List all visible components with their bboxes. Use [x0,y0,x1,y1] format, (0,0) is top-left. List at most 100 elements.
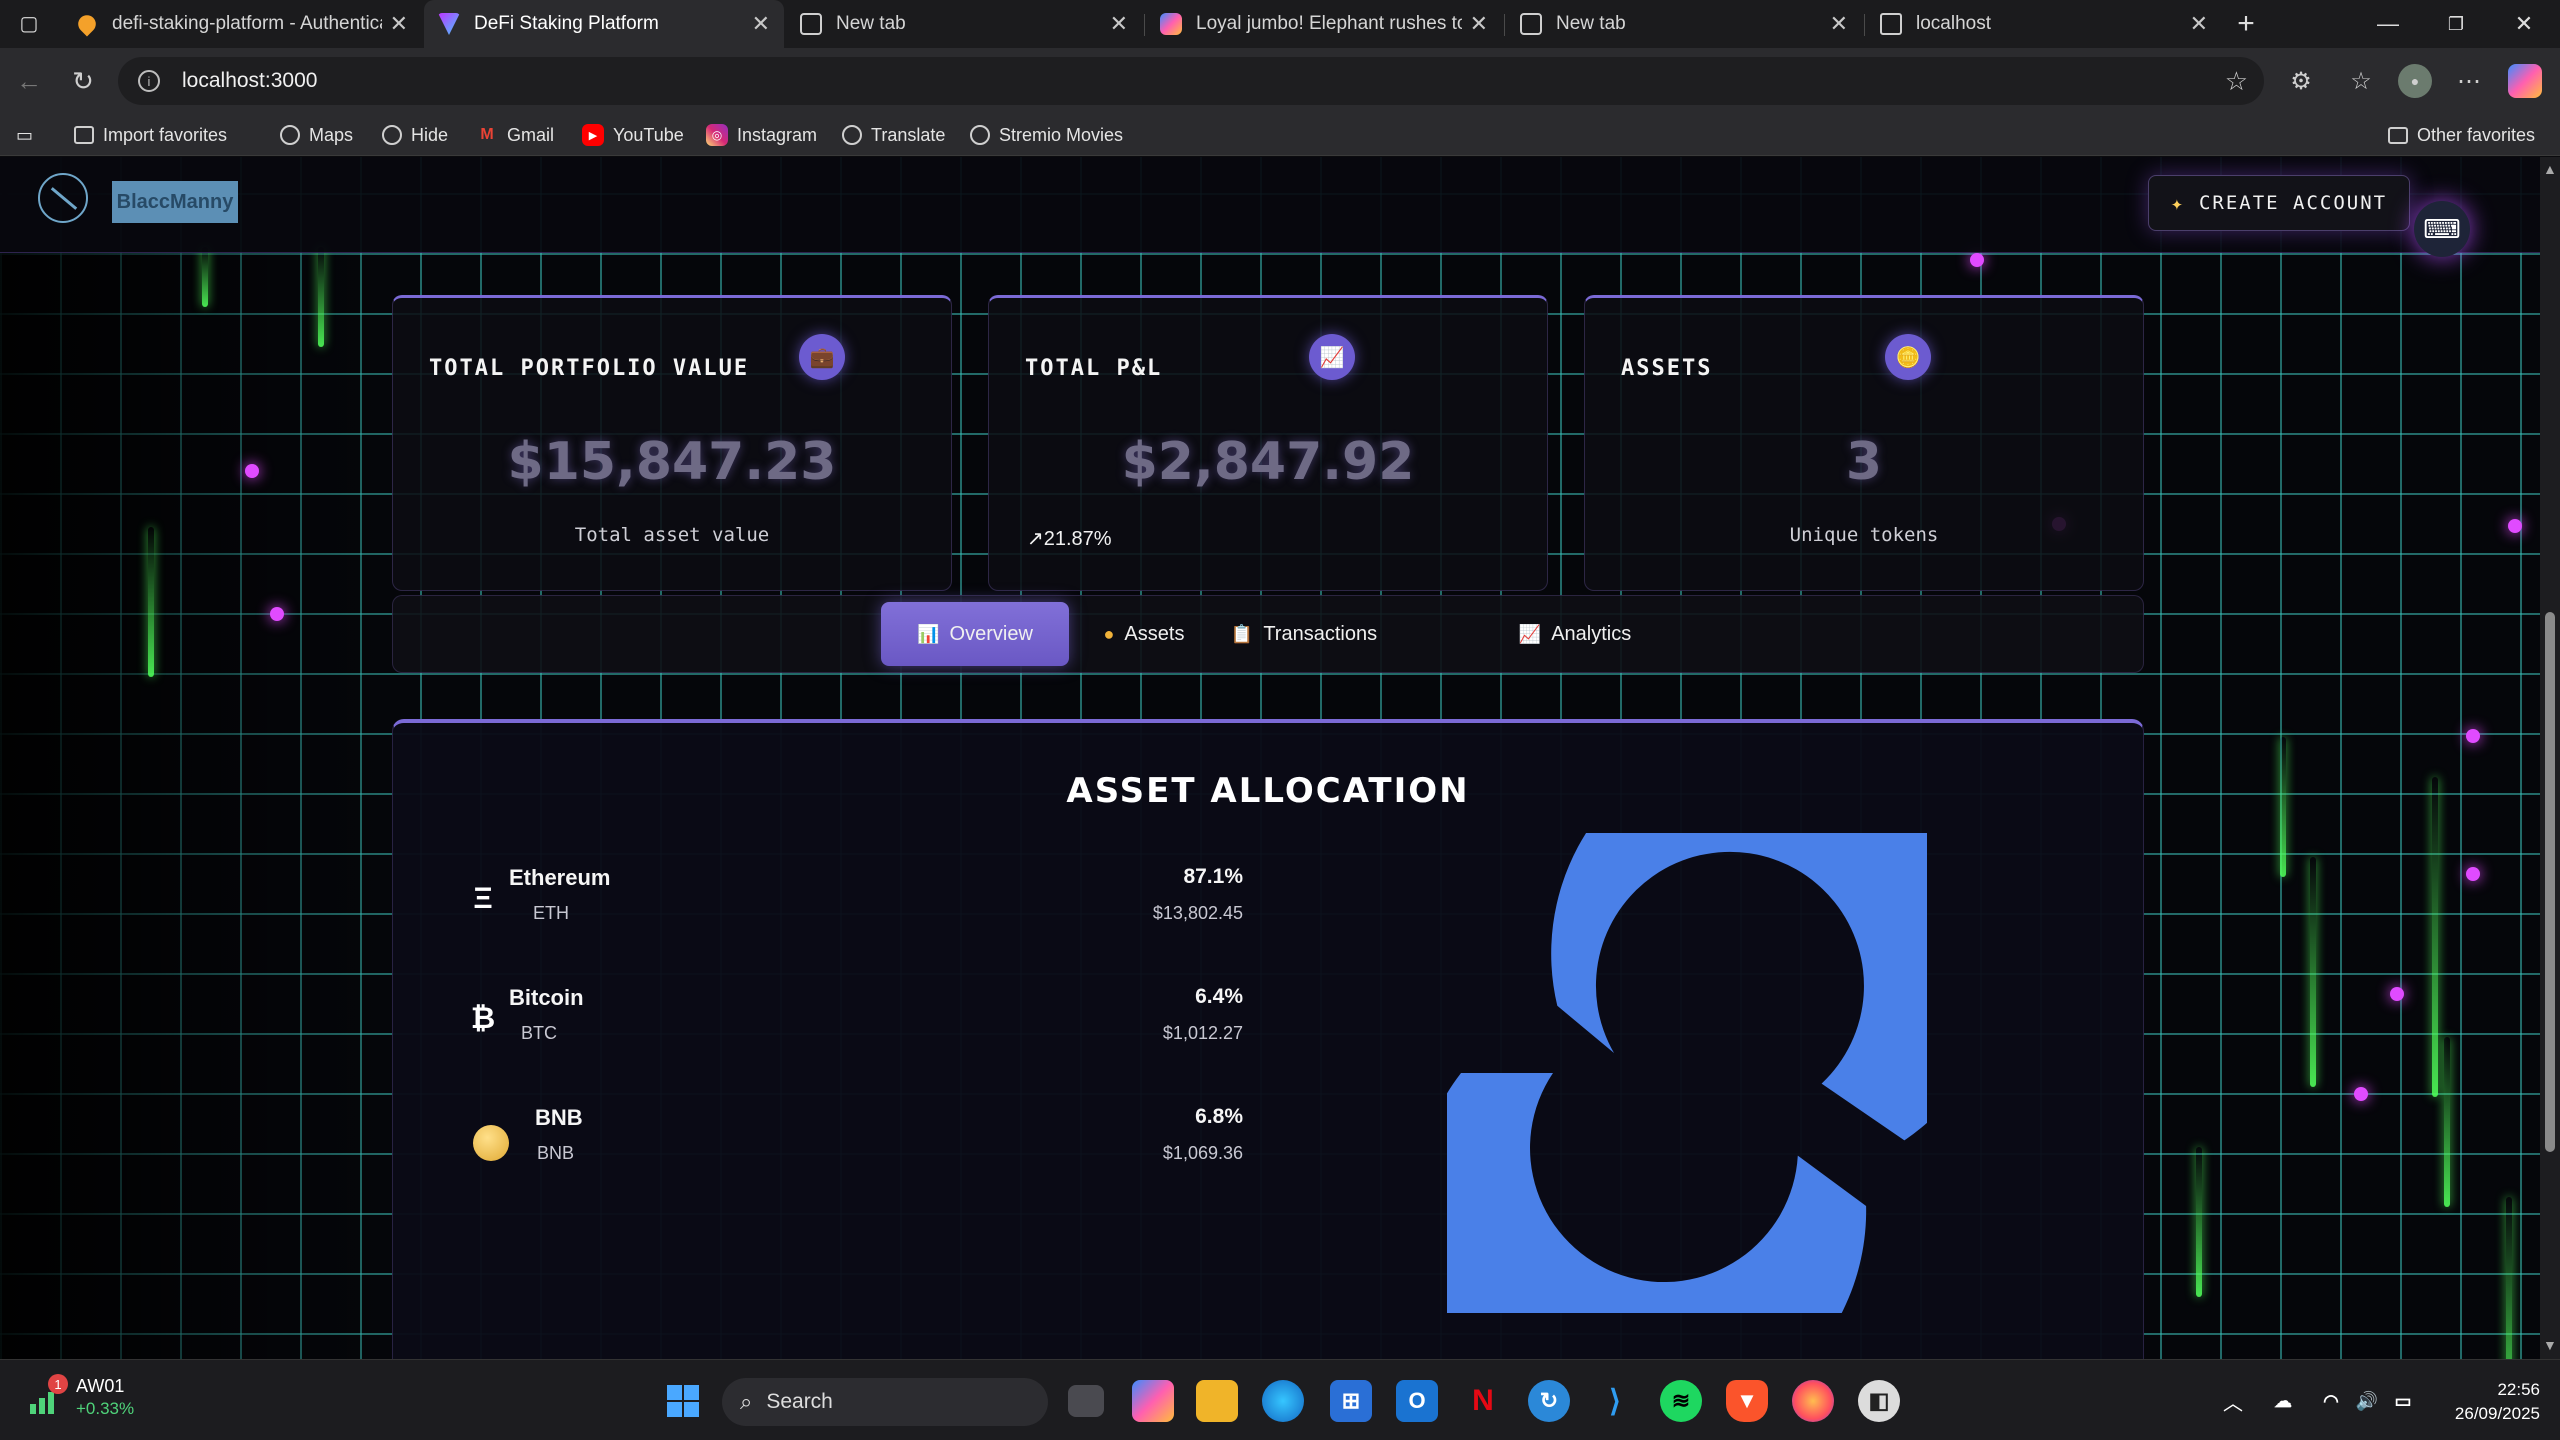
tab-label: Transactions [1263,622,1378,645]
close-icon[interactable]: ✕ [390,11,408,37]
new-tab-button[interactable]: + [2214,0,2278,48]
url-text[interactable]: localhost:3000 [182,69,317,93]
scroll-down-icon[interactable]: ▼ [2543,1337,2557,1353]
favorites-icon[interactable]: ☆ [2344,64,2378,98]
onedrive-icon[interactable]: ☁ [2262,1380,2304,1422]
scrollbar-thumb[interactable] [2545,612,2555,1152]
browser-tab[interactable]: localhost ✕ [1866,0,2222,48]
page-viewport: BlaccManny ✦ CREATE ACCOUNT ⌨ TOTAL PORT… [0,157,2540,1359]
bookmark-other-favorites[interactable]: Other favorites [2388,114,2535,156]
brave-icon[interactable]: ▼ [1726,1380,1768,1422]
create-account-button[interactable]: ✦ CREATE ACCOUNT [2148,175,2410,231]
asset-row-ethereum[interactable]: Ξ Ethereum ETH 87.1% $13,802.45 [463,865,1243,945]
bookmark-import-favorites[interactable]: Import favorites [74,114,227,156]
bar-chart-icon: 📊 [917,623,940,644]
profile-avatar[interactable]: ● [2398,64,2432,98]
asset-row-bnb[interactable]: BNB BNB 6.8% $1,069.36 [463,1105,1243,1185]
window-close-icon[interactable]: ✕ [2492,0,2556,48]
bookmark-stremio[interactable]: Stremio Movies [970,114,1123,156]
chevron-up-icon[interactable]: ︿ [2212,1380,2254,1422]
brand-name[interactable]: BlaccManny [112,181,238,223]
scroll-up-icon[interactable]: ▲ [2543,161,2557,177]
background-streak [318,247,324,347]
file-explorer-icon[interactable] [1196,1380,1238,1422]
asset-usd: $13,802.45 [1152,903,1243,923]
copilot-favicon-icon [1160,13,1182,35]
vscode-icon[interactable]: ⟩ [1594,1380,1636,1422]
tab-title: Loyal jumbo! Elephant rushes to s [1196,13,1462,34]
favorite-star-icon[interactable]: ☆ [2225,66,2248,97]
sidebar-toggle-icon[interactable]: ▭ [16,114,33,156]
netflix-icon[interactable]: N [1462,1380,1504,1422]
edge-icon[interactable] [1262,1380,1304,1422]
browser-tab[interactable]: New tab ✕ [786,0,1142,48]
close-icon[interactable]: ✕ [1110,11,1128,37]
browser-tab-active[interactable]: DeFi Staking Platform ✕ [424,0,784,48]
close-icon[interactable]: ✕ [2190,11,2208,37]
spotify-icon[interactable]: ≋ [1660,1380,1702,1422]
donut-segment [1447,1073,1867,1313]
stat-subtitle: Unique tokens [1789,524,1939,546]
outlook-icon[interactable]: O [1396,1380,1438,1422]
close-icon[interactable]: ✕ [1470,11,1488,37]
chat-icon[interactable]: ⌨ [2414,201,2470,257]
notification-badge: 1 [48,1374,68,1394]
tab-analytics[interactable]: 📈 Analytics [1505,602,1645,666]
globe-icon [280,125,300,145]
taskbar-search[interactable]: ⌕ Search [722,1378,1048,1426]
bookmark-label: Stremio Movies [999,124,1124,145]
site-info-icon[interactable]: i [138,70,160,92]
tab-assets[interactable]: ● Assets [1083,602,1205,666]
logo-icon[interactable] [38,173,88,223]
bookmark-instagram[interactable]: ◎ Instagram [706,114,817,156]
stat-label: TOTAL P&L [1025,356,1163,381]
stock-widget[interactable]: 1 AW01 +0.33% [28,1374,134,1419]
copilot-icon[interactable] [2508,64,2542,98]
battery-icon[interactable]: ▭ [2382,1380,2424,1422]
tab-overview[interactable]: 📊 Overview [881,602,1069,666]
background-streak [2310,857,2316,1087]
asset-allocation-panel: ASSET ALLOCATION Ξ Ethereum ETH 87.1% $1… [392,719,2144,1359]
stat-card-assets: ASSETS 🪙 3 Unique tokens [1584,295,2144,591]
close-icon[interactable]: ✕ [1830,11,1848,37]
folder-icon [2388,126,2408,144]
windows-start-icon[interactable] [662,1380,704,1422]
bookmark-gmail[interactable]: M Gmail [476,114,554,156]
close-icon[interactable]: ✕ [752,11,770,37]
bookmark-label: YouTube [613,124,684,145]
asset-percent: 6.8% [1195,1105,1243,1128]
bookmark-hide[interactable]: Hide [382,114,448,156]
tab-actions-icon[interactable]: ▢ [10,4,48,42]
browser-tab[interactable]: Loyal jumbo! Elephant rushes to s ✕ [1146,0,1502,48]
address-bar[interactable]: i localhost:3000 ☆ [118,57,2264,105]
reload-icon[interactable]: ↻ [64,62,102,100]
background-streak [2280,737,2286,877]
stat-value: $15,847.23 [507,432,837,492]
bookmark-youtube[interactable]: ▶ YouTube [582,114,684,156]
minimize-icon[interactable]: — [2356,0,2420,48]
browser-tab[interactable]: New tab ✕ [1506,0,1862,48]
sync-app-icon[interactable]: ↻ [1528,1380,1570,1422]
donut-segment [1551,833,1927,1141]
restore-icon[interactable]: ❐ [2424,0,2488,48]
asset-row-bitcoin[interactable]: ₿ Bitcoin BTC 6.4% $1,012.27 [463,985,1243,1065]
more-menu-icon[interactable]: ⋯ [2452,64,2486,98]
extensions-icon[interactable]: ⚙ [2284,64,2318,98]
globe-icon [382,125,402,145]
bookmark-label: Other favorites [2417,124,2536,145]
task-view-icon[interactable] [1068,1385,1104,1417]
stat-card-pnl: TOTAL P&L 📈 $2,847.92 ↗21.87% [988,295,1548,591]
vite-favicon-icon [438,13,460,35]
firefox-icon[interactable] [1792,1380,1834,1422]
browser-tab[interactable]: defi-staking-platform - Authentica ✕ [62,0,422,48]
terminal-app-icon[interactable]: ◧ [1858,1380,1900,1422]
bookmark-maps[interactable]: Maps [280,114,353,156]
system-clock[interactable]: 22:56 26/09/2025 [2420,1378,2540,1426]
page-scrollbar[interactable]: ▲ ▼ [2540,157,2560,1359]
copilot-app-icon[interactable] [1132,1380,1174,1422]
back-icon[interactable]: ← [10,62,48,100]
store-icon[interactable]: ⊞ [1330,1380,1372,1422]
clipboard-icon: 📋 [1230,623,1254,644]
tab-transactions[interactable]: 📋 Transactions [1219,602,1389,666]
bookmark-translate[interactable]: Translate [842,114,945,156]
